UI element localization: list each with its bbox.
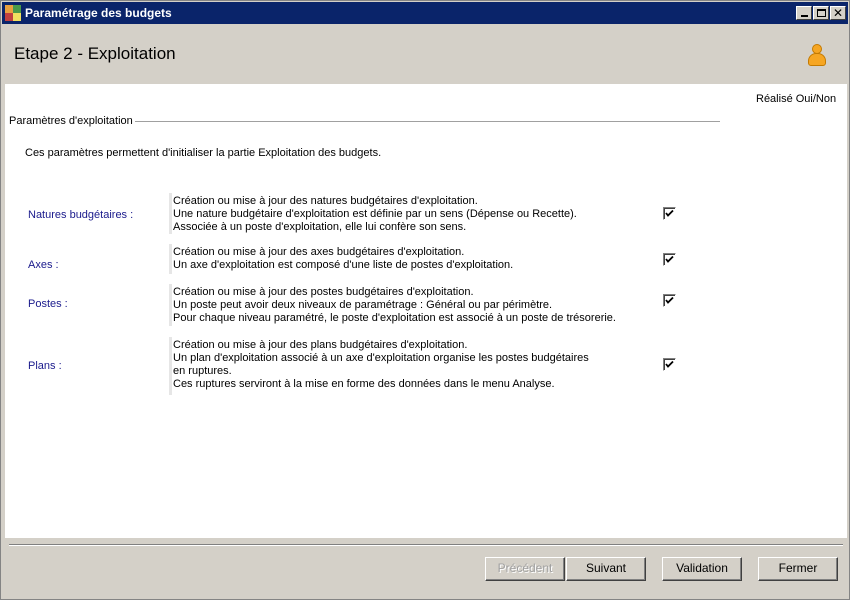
- row-description: Création ou mise à jour des plans budgét…: [173, 339, 589, 391]
- budget-settings-window: Paramétrage des budgets ✕ Etape 2 - Expl…: [0, 0, 850, 600]
- description-line: Un poste peut avoir deux niveaux de para…: [173, 299, 553, 311]
- link-natures-budgetaires[interactable]: Natures budgétaires :: [28, 209, 133, 221]
- minimize-icon: [801, 15, 808, 17]
- checkmark-icon: [665, 209, 674, 217]
- checkmark-icon: [665, 255, 674, 263]
- link-plans[interactable]: Plans :: [28, 360, 62, 372]
- row-description: Création ou mise à jour des axes budgéta…: [173, 246, 513, 272]
- previous-button[interactable]: Précédent: [485, 557, 565, 581]
- title-bar[interactable]: Paramétrage des budgets ✕: [2, 2, 848, 24]
- description-line: Pour chaque niveau paramétré, le poste d…: [173, 312, 616, 324]
- group-label: Paramètres d'exploitation: [9, 115, 135, 127]
- description-line: Création ou mise à jour des postes budgé…: [173, 286, 474, 298]
- close-button[interactable]: Fermer: [758, 557, 838, 581]
- row-description: Création ou mise à jour des natures budg…: [173, 195, 577, 234]
- next-button[interactable]: Suivant: [566, 557, 646, 581]
- maximize-button[interactable]: [813, 6, 829, 20]
- link-postes[interactable]: Postes :: [28, 298, 68, 310]
- minimize-button[interactable]: [796, 6, 812, 20]
- done-checkbox-axes[interactable]: [663, 253, 676, 266]
- description-line: Associée à un poste d'exploitation, elle…: [173, 221, 467, 233]
- footer-separator: [9, 544, 843, 546]
- checkmark-icon: [665, 296, 674, 304]
- description-line: Création ou mise à jour des plans budgét…: [173, 339, 468, 351]
- description-line: Un axe d'exploitation est composé d'une …: [173, 259, 514, 271]
- row-divider: [169, 244, 172, 274]
- app-icon: [5, 5, 21, 21]
- link-axes[interactable]: Axes :: [28, 259, 59, 271]
- description-line: en ruptures.: [173, 365, 232, 377]
- step-title: Etape 2 - Exploitation: [14, 44, 176, 63]
- description-line: Création ou mise à jour des axes budgéta…: [173, 246, 465, 258]
- close-window-button[interactable]: ✕: [830, 6, 846, 20]
- wizard-header: Etape 2 - Exploitation: [2, 24, 848, 84]
- row-divider: [169, 193, 172, 234]
- row-divider: [169, 337, 172, 395]
- done-column-header: Réalisé Oui/Non: [756, 93, 837, 105]
- description-line: Un plan d'exploitation associé à un axe …: [173, 352, 589, 364]
- intro-text: Ces paramètres permettent d'initialiser …: [25, 147, 382, 159]
- done-checkbox-natures[interactable]: [663, 207, 676, 220]
- content-panel: Réalisé Oui/Non Paramètres d'exploitatio…: [5, 84, 847, 538]
- maximize-icon: [817, 9, 826, 17]
- window-title: Paramétrage des budgets: [25, 6, 172, 20]
- done-checkbox-postes[interactable]: [663, 294, 676, 307]
- validation-button[interactable]: Validation: [662, 557, 742, 581]
- checkmark-icon: [665, 360, 674, 368]
- user-icon: [807, 44, 827, 68]
- row-divider: [169, 284, 172, 326]
- done-checkbox-plans[interactable]: [663, 358, 676, 371]
- row-description: Création ou mise à jour des postes budgé…: [173, 286, 616, 325]
- description-line: Une nature budgétaire d'exploitation est…: [173, 208, 577, 220]
- description-line: Ces ruptures serviront à la mise en form…: [173, 378, 555, 390]
- close-icon: ✕: [832, 6, 844, 20]
- description-line: Création ou mise à jour des natures budg…: [173, 195, 478, 207]
